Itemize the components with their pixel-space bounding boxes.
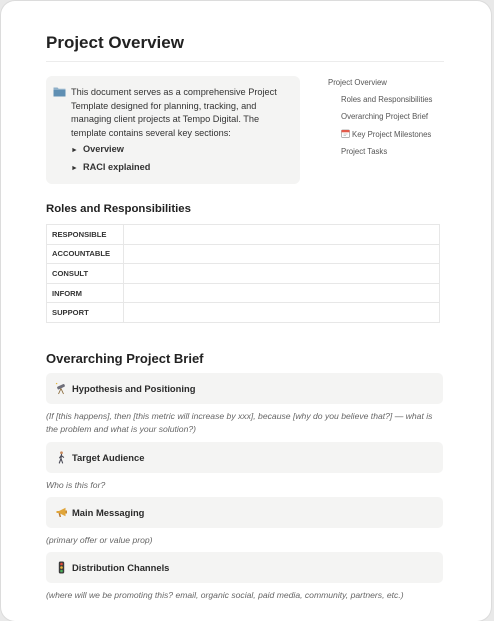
section-label: Main Messaging xyxy=(72,507,145,518)
calendar-icon xyxy=(341,129,350,138)
section-note[interactable]: (primary offer or value prop) xyxy=(46,534,444,547)
toggle-label: RACI explained xyxy=(83,162,151,172)
section-target-audience[interactable]: Target Audience xyxy=(46,442,443,473)
raci-table: RESPONSIBLE ACCOUNTABLE CONSULT INFORM S… xyxy=(46,224,440,323)
table-row: ACCOUNTABLE xyxy=(46,243,440,265)
section-note[interactable]: Who is this for? xyxy=(46,479,444,492)
section-note[interactable]: (where will we be promoting this? email,… xyxy=(46,589,444,602)
document-page: Project Overview This document serves as… xyxy=(1,1,491,621)
brief-heading: Overarching Project Brief xyxy=(46,351,204,366)
section-label: Distribution Channels xyxy=(72,562,170,573)
table-row: SUPPORT xyxy=(46,302,440,323)
toc-item-tasks[interactable]: Project Tasks xyxy=(341,147,387,156)
section-note[interactable]: (If [this happens], then [this metric wi… xyxy=(46,410,444,435)
page-title: Project Overview xyxy=(46,33,184,52)
role-cell: RESPONSIBLE xyxy=(46,224,124,245)
value-cell[interactable] xyxy=(123,302,440,323)
title-divider xyxy=(46,61,444,62)
table-row: INFORM xyxy=(46,282,440,304)
table-row: RESPONSIBLE xyxy=(46,224,440,245)
toggle-raci-explained[interactable]: ► RACI explained xyxy=(71,162,150,172)
triangle-right-icon[interactable]: ► xyxy=(71,165,83,172)
value-cell[interactable] xyxy=(123,263,440,284)
section-hypothesis[interactable]: Hypothesis and Positioning xyxy=(46,373,443,404)
value-cell[interactable] xyxy=(123,282,440,304)
table-row: CONSULT xyxy=(46,263,440,284)
toc-item-brief[interactable]: Overarching Project Brief xyxy=(341,112,428,121)
toggle-overview[interactable]: ► Overview xyxy=(71,144,124,154)
section-label: Target Audience xyxy=(72,452,145,463)
toc-item-project-overview[interactable]: Project Overview xyxy=(328,78,387,87)
value-cell[interactable] xyxy=(123,243,440,265)
intro-callout: This document serves as a comprehensive … xyxy=(46,76,300,184)
toc-item-roles[interactable]: Roles and Responsibilities xyxy=(341,95,432,104)
section-distribution-channels[interactable]: Distribution Channels xyxy=(46,552,443,583)
person-walking-icon xyxy=(58,451,65,464)
roles-heading: Roles and Responsibilities xyxy=(46,203,191,215)
toc-item-milestones[interactable]: Key Project Milestones xyxy=(341,129,431,139)
role-cell: SUPPORT xyxy=(46,302,124,323)
role-cell: INFORM xyxy=(46,282,124,304)
folder-icon xyxy=(53,87,66,97)
value-cell[interactable] xyxy=(123,224,440,245)
traffic-light-icon xyxy=(58,561,65,574)
role-cell: CONSULT xyxy=(46,263,124,284)
megaphone-icon xyxy=(56,507,67,517)
section-label: Hypothesis and Positioning xyxy=(72,383,196,394)
toc-item-label: Key Project Milestones xyxy=(352,130,432,139)
role-cell: ACCOUNTABLE xyxy=(46,243,124,265)
telescope-icon xyxy=(55,382,65,395)
toggle-label: Overview xyxy=(83,144,124,154)
section-main-messaging[interactable]: Main Messaging xyxy=(46,497,443,528)
triangle-right-icon[interactable]: ► xyxy=(71,147,83,154)
callout-text: This document serves as a comprehensive … xyxy=(71,87,277,138)
